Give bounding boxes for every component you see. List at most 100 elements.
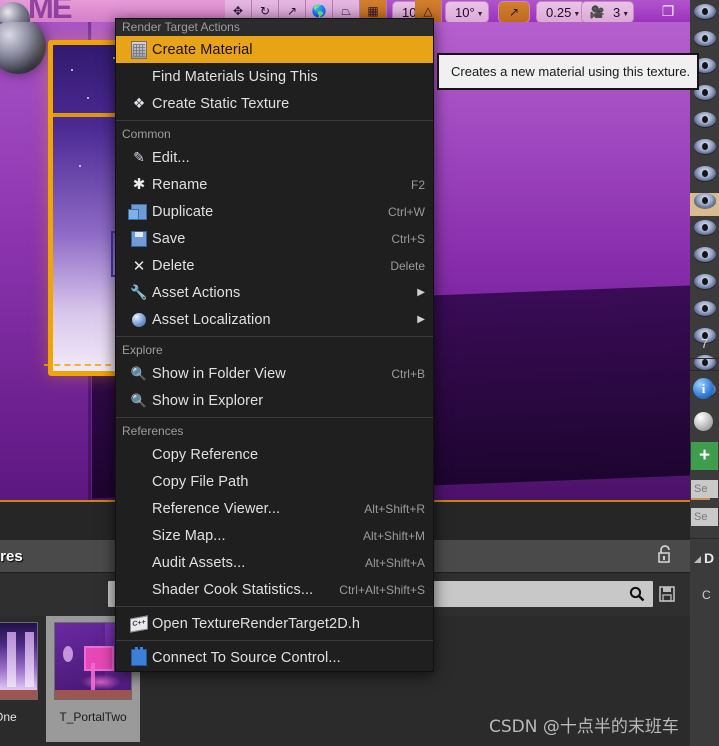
asset-label: talOne: [0, 710, 17, 724]
menu-item-edit[interactable]: ✎ Edit...: [116, 144, 433, 171]
material-icon: [126, 40, 152, 59]
submenu-arrow-icon: ▶: [417, 287, 425, 298]
menu-item-copy-file-path[interactable]: Copy File Path: [116, 468, 433, 495]
menu-item-save[interactable]: Save Ctrl+S: [116, 225, 433, 252]
menu-item-label: Show in Explorer: [152, 392, 264, 409]
eye-icon[interactable]: [693, 247, 716, 262]
eye-icon[interactable]: [693, 301, 716, 316]
menu-item-label: Audit Assets...: [152, 554, 246, 571]
menu-item-label: Asset Localization: [152, 311, 271, 328]
menu-item-shader-cook-statistics[interactable]: Shader Cook Statistics... Ctrl+Alt+Shift…: [116, 576, 433, 603]
menu-item-label: Duplicate: [152, 203, 214, 220]
add-component-button[interactable]: +: [691, 442, 718, 470]
logo-text: ME: [28, 0, 72, 22]
menu-item-label: Delete: [152, 257, 195, 274]
menu-item-open-header-file[interactable]: C++ Open TextureRenderTarget2D.h: [116, 610, 433, 637]
search-icon: [629, 586, 645, 602]
menu-item-duplicate[interactable]: Duplicate Ctrl+W: [116, 198, 433, 225]
visibility-row[interactable]: [690, 112, 719, 135]
menu-item-label: Size Map...: [152, 527, 226, 544]
lock-icon[interactable]: [655, 544, 675, 566]
move-icon: ✥: [232, 4, 244, 18]
context-menu[interactable]: Render Target Actions Create Material Fi…: [115, 18, 434, 672]
portal-star: [71, 69, 73, 71]
eye-icon[interactable]: [693, 112, 716, 127]
lock-icon-svg: [658, 545, 670, 563]
menu-section-explore: Explore: [122, 343, 163, 357]
menu-divider: [116, 417, 433, 418]
menu-item-label: Connect To Source Control...: [152, 649, 341, 666]
menu-item-copy-reference[interactable]: Copy Reference: [116, 441, 433, 468]
eye-icon[interactable]: [693, 166, 716, 181]
menu-item-delete[interactable]: ✕ Delete Delete: [116, 252, 433, 279]
content-browser-tab-label[interactable]: tures: [0, 548, 23, 565]
menu-item-shortcut: F2: [410, 177, 425, 192]
rail-accent-bar: [691, 498, 710, 500]
eye-icon[interactable]: [693, 274, 716, 289]
eye-icon[interactable]: [693, 139, 716, 154]
thumbnail-floor: [55, 690, 131, 699]
menu-item-shortcut: Delete: [390, 258, 425, 273]
asset-tile[interactable]: talOne: [0, 616, 46, 742]
menu-item-shortcut: Ctrl+S: [391, 231, 425, 246]
scale-snap-toggle[interactable]: ↗: [498, 1, 530, 22]
visibility-row[interactable]: [690, 247, 719, 270]
asset-thumbnail: [0, 622, 38, 700]
unreal-editor-window: ME ✥ ↻ ↗ 🌎 ⏢ ▦ 10 △ 10° ▼ ↗ 0.25 ▼ 🎥 3 ▼…: [0, 0, 719, 746]
search-field-one[interactable]: Se: [691, 480, 718, 498]
search-icon: 🔍: [130, 365, 148, 381]
menu-item-label: Reference Viewer...: [152, 500, 281, 517]
menu-item-label: Edit...: [152, 149, 190, 166]
menu-item-shortcut: Ctrl+W: [388, 204, 425, 219]
eye-icon[interactable]: [693, 220, 716, 235]
eye-icon[interactable]: [693, 4, 716, 19]
menu-item-size-map[interactable]: Size Map... Alt+Shift+M: [116, 522, 433, 549]
scale-snap-label: 0.25: [546, 4, 572, 20]
menu-item-rename[interactable]: ✱ Rename F2: [116, 171, 433, 198]
menu-item-label: Find Materials Using This: [152, 68, 318, 85]
angle-snap-value[interactable]: 10° ▼: [445, 1, 489, 22]
eye-icon[interactable]: [693, 193, 716, 208]
rail-divider: [690, 358, 719, 359]
menu-item-shortcut: Ctrl+B: [391, 366, 425, 381]
menu-item-asset-actions[interactable]: 🔧 Asset Actions ▶: [116, 279, 433, 306]
camera-speed-control[interactable]: 🎥 3 ▼: [581, 1, 635, 22]
menu-item-label: Open TextureRenderTarget2D.h: [152, 615, 361, 632]
cpp-icon: C++: [126, 614, 152, 633]
menu-item-show-in-folder-view[interactable]: 🔍 Show in Folder View Ctrl+B: [116, 360, 433, 387]
outliner-count-label: 7: [700, 336, 709, 351]
save-search-icon[interactable]: [658, 584, 676, 604]
visibility-row[interactable]: [690, 220, 719, 243]
menu-item-create-material[interactable]: Create Material: [116, 36, 433, 63]
menu-divider: [116, 336, 433, 337]
visibility-row-selected[interactable]: [690, 193, 719, 216]
maximize-viewport-button[interactable]: ❐: [655, 0, 681, 22]
thumbnail-floor: [0, 690, 37, 699]
menu-item-reference-viewer[interactable]: Reference Viewer... Alt+Shift+R: [116, 495, 433, 522]
menu-item-show-in-explorer[interactable]: 🔍 Show in Explorer: [116, 387, 433, 414]
menu-item-create-static-texture[interactable]: ❖ Create Static Texture: [116, 90, 433, 117]
watermark: CSDN @十点半的末班车: [489, 717, 679, 737]
visibility-row[interactable]: [690, 301, 719, 324]
search-field-two[interactable]: Se: [691, 508, 718, 526]
visibility-row[interactable]: [690, 139, 719, 162]
menu-item-asset-localization[interactable]: Asset Localization ▶: [116, 306, 433, 333]
menu-item-find-materials-using-this[interactable]: Find Materials Using This: [116, 63, 433, 90]
globe-icon: [126, 312, 152, 327]
visibility-row[interactable]: [690, 4, 719, 27]
visibility-row[interactable]: [690, 166, 719, 189]
camera-icon: 🎥: [589, 5, 605, 19]
visibility-row[interactable]: [690, 274, 719, 297]
menu-item-audit-assets[interactable]: Audit Assets... Alt+Shift+A: [116, 549, 433, 576]
menu-item-connect-to-source-control[interactable]: Connect To Source Control...: [116, 644, 433, 671]
chevron-down-icon[interactable]: ▼: [477, 11, 484, 18]
globe-icon: 🌎: [311, 4, 327, 18]
material-preview-sphere-icon[interactable]: [694, 412, 713, 431]
chevron-down-icon[interactable]: ▼: [622, 11, 629, 18]
eye-icon[interactable]: [693, 31, 716, 46]
menu-item-label: Copy File Path: [152, 473, 249, 490]
visibility-row[interactable]: [690, 31, 719, 54]
delete-icon: ✕: [132, 257, 146, 275]
info-icon[interactable]: i: [693, 378, 714, 399]
expander-triangle-icon[interactable]: [694, 556, 701, 563]
